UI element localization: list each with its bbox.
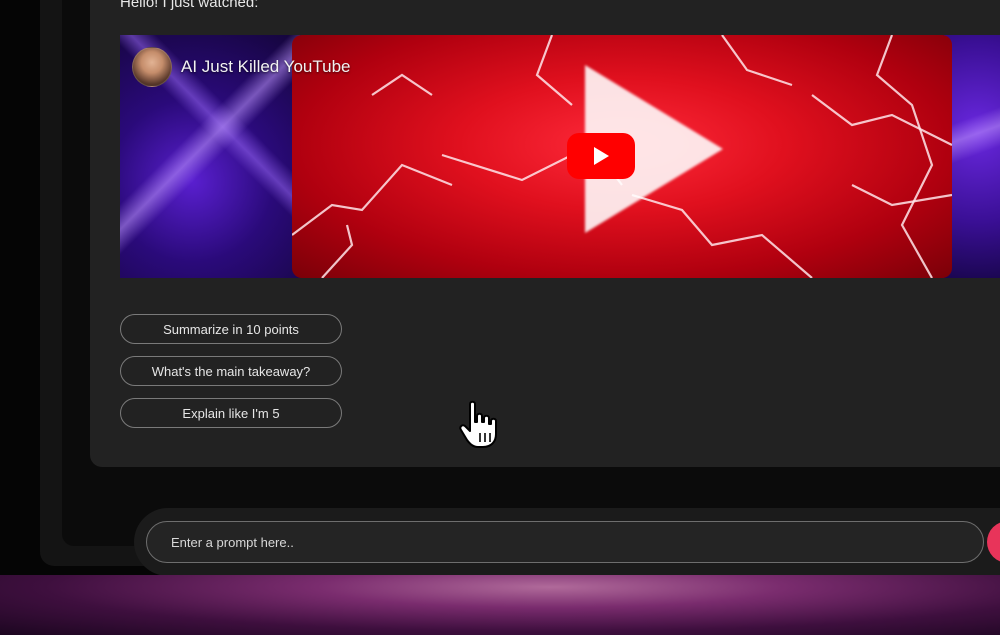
play-icon [594,147,609,165]
video-title[interactable]: AI Just Killed YouTube [181,57,351,77]
prompt-input[interactable] [146,521,984,563]
desktop-wallpaper [0,575,1000,635]
screen: Hello! I just watched: AI Just Killed Yo… [0,0,1000,635]
thumbnail-right-art [944,35,1000,278]
video-thumbnail[interactable]: AI Just Killed YouTube [120,35,1000,278]
suggestion-takeaway-button[interactable]: What's the main takeaway? [120,356,342,386]
suggestion-eli5-button[interactable]: Explain like I'm 5 [120,398,342,428]
suggestion-summarize-button[interactable]: Summarize in 10 points [120,314,342,344]
youtube-play-button[interactable] [567,133,635,179]
channel-avatar[interactable] [132,47,172,87]
chat-greeting: Hello! I just watched: [120,0,259,11]
hand-pointer-icon [459,400,497,448]
